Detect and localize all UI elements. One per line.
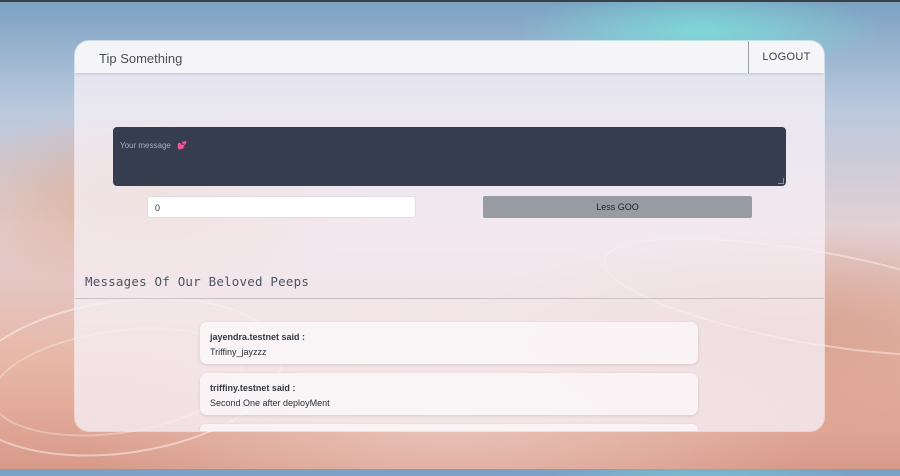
- message-textarea[interactable]: Your message 💕: [113, 127, 786, 186]
- window-top-border: [0, 0, 900, 2]
- message-sender: jayendra.testnet said :: [210, 332, 306, 342]
- tip-card: Tip Something LOGOUT Your message 💕 0 Le…: [75, 41, 824, 431]
- hearts-emoji-icon: 💕: [177, 141, 188, 150]
- message-card: jayendra.testnet said : Triffiny_jayzzz: [200, 322, 698, 364]
- amount-input[interactable]: 0: [147, 196, 416, 218]
- messages-section-title: Messages Of Our Beloved Peeps: [85, 274, 310, 289]
- message-card: triffiny.testnet said : Second One after…: [200, 373, 698, 415]
- navbar: Tip Something LOGOUT: [75, 41, 824, 73]
- message-placeholder: Your message: [120, 141, 171, 150]
- send-tip-button[interactable]: Less GOO: [483, 196, 752, 218]
- message-sender: triffiny.testnet said :: [210, 383, 296, 393]
- message-text: Triffiny_jayzzz: [210, 347, 267, 357]
- message-text: Second One after deployMent: [210, 398, 330, 408]
- logout-button[interactable]: LOGOUT: [749, 41, 824, 73]
- message-card-partial: [200, 424, 698, 431]
- brand-title[interactable]: Tip Something: [99, 51, 182, 66]
- resize-handle-icon[interactable]: [778, 178, 784, 184]
- section-divider: [75, 298, 824, 299]
